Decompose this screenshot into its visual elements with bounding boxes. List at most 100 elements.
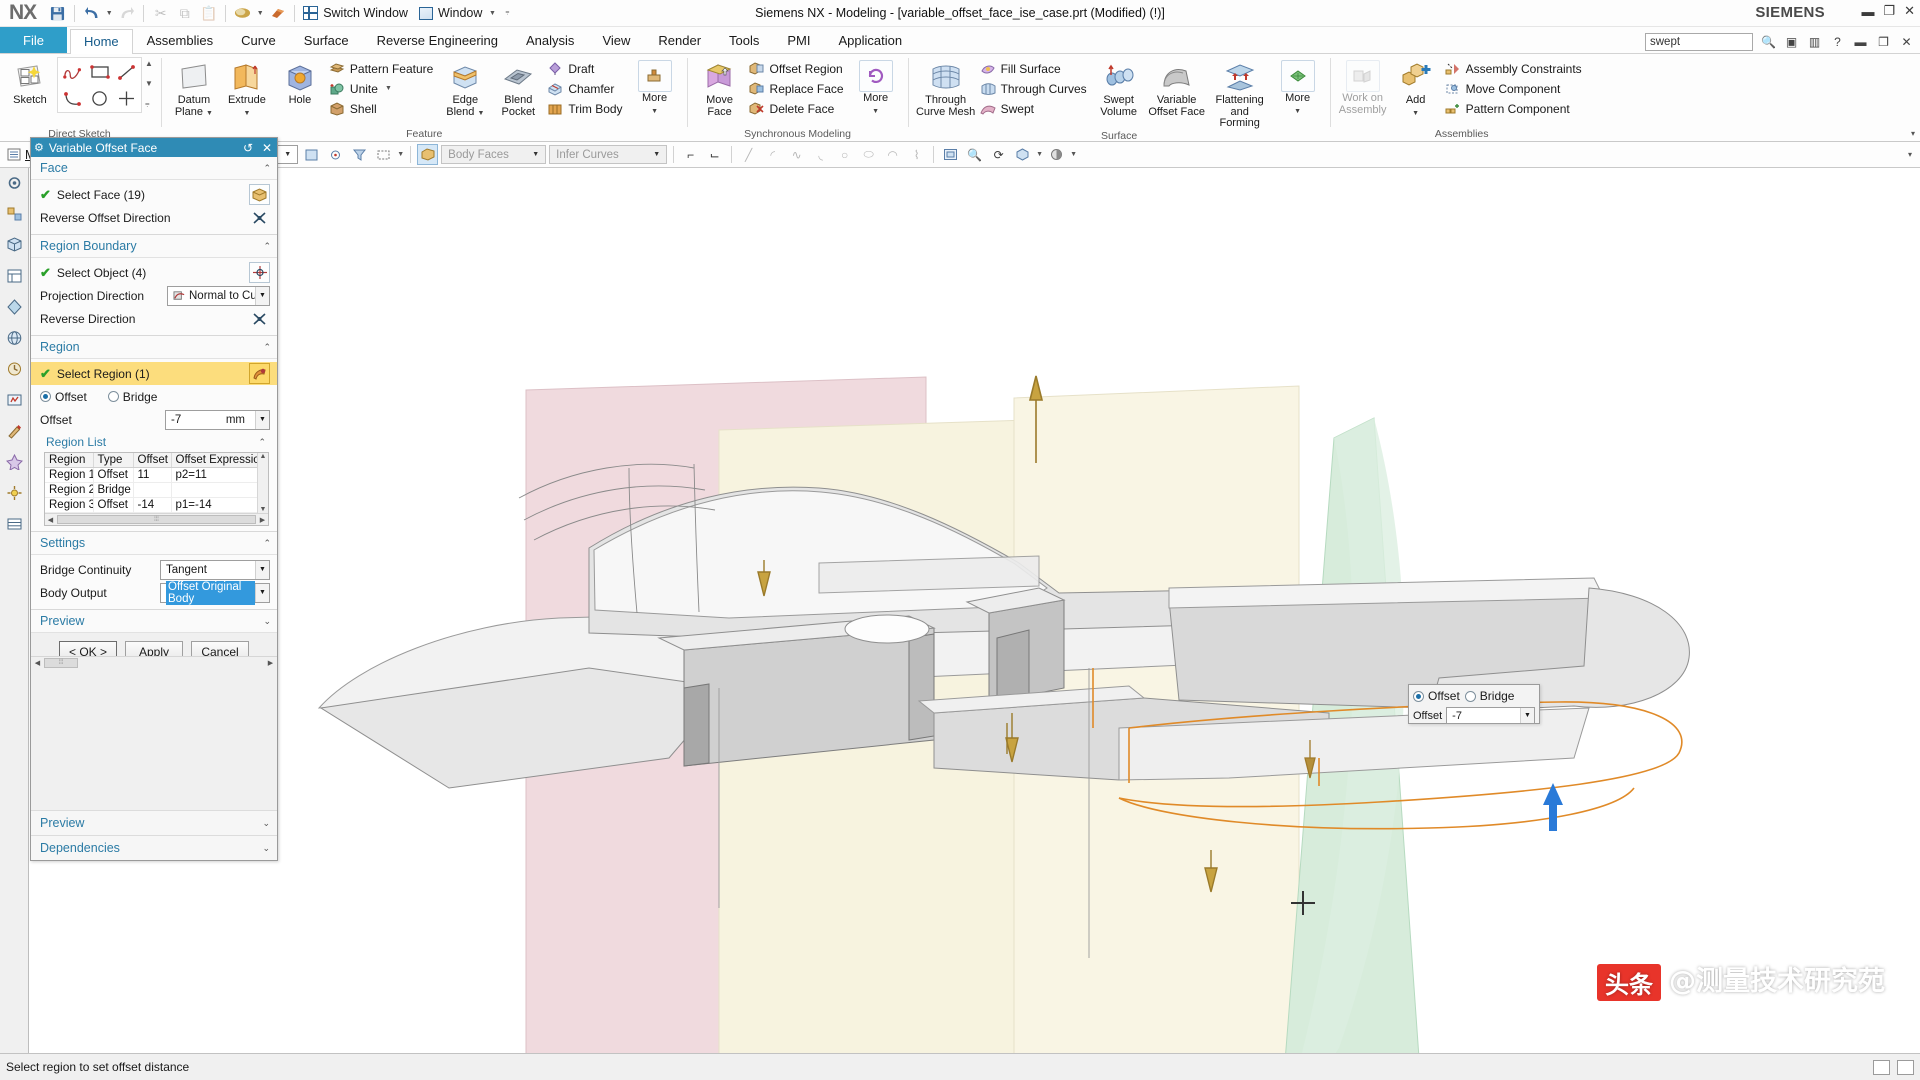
unite-button[interactable]: Unite ▼ [327,79,438,98]
paint-icon[interactable] [231,2,254,24]
chevron-up-icon[interactable]: ⌃ [263,342,271,353]
region-list-horizontal-scrollbar[interactable]: ◀ ⦙⦙⦙ ▶ [45,513,268,525]
dialog-close-button[interactable]: ✕ [260,141,274,155]
chevron-down-icon[interactable]: ⌄ [262,818,270,829]
scroll-left-icon[interactable]: ◀ [31,659,44,667]
switch-window-button[interactable]: Switch Window [300,6,415,20]
undo-icon[interactable] [80,2,103,24]
filter-icon[interactable] [349,144,370,165]
line-icon[interactable] [113,59,140,85]
ribbon-restore-icon[interactable]: ❐ [1876,35,1891,49]
hd3d-tools-icon[interactable] [3,296,25,318]
swept-button[interactable]: Swept [978,99,1092,118]
synchronous-more-button[interactable]: More ▼ [850,57,902,116]
move-component-button[interactable]: Move Component [1443,79,1587,98]
preview-collapsed[interactable]: Preview ⌄ [31,810,277,835]
scroll-thumb[interactable]: ⦙⦙⦙ [44,658,78,668]
section-header-preview[interactable]: Preview ⌄ [31,610,277,633]
reverse-direction-row[interactable]: Reverse Direction [31,307,277,330]
reverse-offset-direction-button[interactable] [249,207,270,228]
chevron-down-icon[interactable]: ▼ [255,560,269,579]
follow-fillet-icon[interactable]: ⌙ [704,144,725,165]
radio-bridge[interactable]: Bridge [107,390,157,404]
reuse-library-icon[interactable] [3,265,25,287]
sketch-button[interactable]: Sketch [4,57,56,107]
scroll-down-icon[interactable]: ▼ [260,506,267,513]
shading-icon[interactable] [1046,144,1067,165]
through-curves-button[interactable]: Through Curves [978,79,1092,98]
fit-view-icon[interactable] [940,144,961,165]
select-object-picker[interactable] [249,262,270,283]
scroll-more-icon[interactable]: ⩦ [145,99,153,109]
dialog-reset-button[interactable]: ↺ [241,141,255,155]
part-navigator-icon[interactable] [3,234,25,256]
rotate-icon[interactable]: ⟳ [988,144,1009,165]
window-tile-icon[interactable]: ▣ [1784,35,1799,49]
undo-dropdown-icon[interactable]: ▼ [104,10,114,17]
move-face-button[interactable]: Move Face [694,57,746,118]
region-list-vertical-scrollbar[interactable]: ▲ ▼ [257,453,268,513]
minimize-button[interactable]: ▬ [1861,4,1874,19]
assembly-navigator-icon[interactable] [3,172,25,194]
chevron-down-icon[interactable]: ⌄ [262,843,270,854]
shell-button[interactable]: Shell [327,99,438,118]
chevron-up-icon[interactable]: ⌃ [263,163,271,174]
chevron-up-icon[interactable]: ⌃ [258,437,269,448]
select-region-row[interactable]: ✔ Select Region (1) [31,362,277,385]
mini-radio-offset[interactable]: Offset [1413,689,1460,703]
fill-surface-button[interactable]: Fill Surface [978,59,1092,78]
swept-volume-button[interactable]: Swept Volume [1093,57,1145,118]
ribbon-minimize-icon[interactable]: ▬ [1853,35,1868,49]
body-output-row[interactable]: Body Output Offset Original Body ▼ [31,580,277,605]
select-mode-dropdown-icon[interactable]: ▼ [397,151,404,158]
web-browser-icon[interactable] [3,327,25,349]
dialog-horizontal-scrollbar[interactable]: ◀ ⦙⦙⦙ ▶ [31,656,277,669]
dependencies-collapsed[interactable]: Dependencies ⌄ [31,835,277,860]
offset-value-row[interactable]: Offset -7 mm ▼ [31,408,277,431]
maximize-button[interactable]: ❐ [1883,3,1895,19]
table-row[interactable]: Region 2 Bridge [45,482,268,498]
eraser-icon[interactable] [266,2,289,24]
status-layout-icon[interactable] [1873,1059,1890,1075]
radio-offset[interactable]: Offset [40,390,87,404]
chevron-up-icon[interactable]: ⌃ [263,241,271,252]
table-row[interactable]: Region 1 Offset 11 p2=11 [45,467,268,483]
infer-curves-combo[interactable]: Infer Curves ▼ [549,145,668,164]
trim-body-button[interactable]: Trim Body [545,99,627,118]
add-component-button[interactable]: Add ▼ [1390,57,1442,118]
scroll-down-icon[interactable]: ▼ [145,79,153,88]
section-header-region[interactable]: Region ⌃ [31,336,277,359]
bridge-continuity-row[interactable]: Bridge Continuity Tangent ▼ [31,558,277,581]
window-menu-button[interactable]: Window ▼ ⩦ [416,6,519,20]
history-icon[interactable] [3,358,25,380]
chevron-down-icon[interactable]: ▼ [255,410,269,429]
circle-icon[interactable] [86,85,113,111]
tab-pmi[interactable]: PMI [773,28,824,53]
tab-assemblies[interactable]: Assemblies [133,28,227,53]
offset-mini-dialog[interactable]: Offset Bridge Offset -7 ▼ [1408,684,1540,724]
pattern-feature-button[interactable]: Pattern Feature [327,59,438,78]
through-curve-mesh-button[interactable]: Through Curve Mesh [915,57,977,118]
surface-more-button[interactable]: More ▼ [1272,57,1324,116]
section-header-settings[interactable]: Settings ⌃ [31,532,277,555]
chevron-up-icon[interactable]: ⌃ [263,538,271,549]
scroll-up-icon[interactable]: ▲ [260,453,267,460]
tab-file[interactable]: File [0,27,67,53]
point-icon[interactable] [113,85,140,111]
scroll-right-icon[interactable]: ▶ [264,659,277,667]
paint-dropdown-icon[interactable]: ▼ [255,10,265,17]
scroll-up-icon[interactable]: ▲ [145,59,153,68]
assembly-constraints-button[interactable]: Assembly Constraints [1443,59,1587,78]
tab-view[interactable]: View [588,28,644,53]
tab-tools[interactable]: Tools [715,28,773,53]
help-icon[interactable]: ? [1830,35,1845,49]
ribbon-close-icon[interactable]: ✕ [1899,35,1914,49]
toolbar-overflow-icon[interactable]: ▾ [1908,150,1916,159]
tab-application[interactable]: Application [825,28,917,53]
select-region-picker[interactable] [249,363,270,384]
arc-icon[interactable] [59,85,86,111]
projection-direction-combo[interactable]: Normal to Curve P ▼ [167,285,270,306]
offset-region-button[interactable]: Offset Region [747,59,849,78]
scroll-left-icon[interactable]: ◀ [45,516,56,524]
tab-render[interactable]: Render [644,28,715,53]
